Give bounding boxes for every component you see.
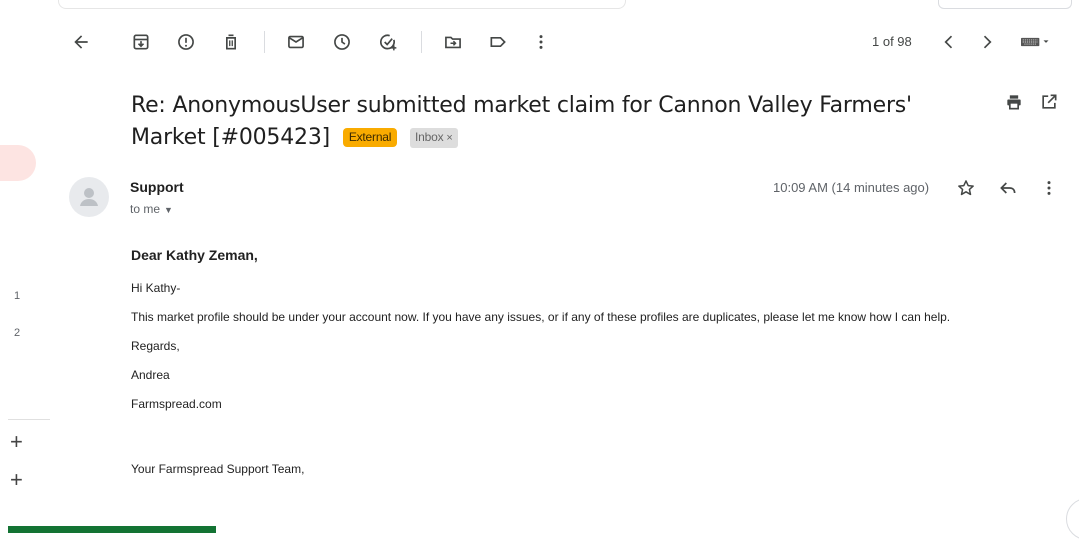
mark-unread-button[interactable]	[283, 29, 309, 55]
sender-name[interactable]: Support	[130, 179, 184, 195]
keyboard-icon	[1021, 37, 1049, 47]
person-icon	[80, 188, 98, 206]
open-in-new-icon	[1042, 94, 1057, 109]
archive-button[interactable]	[128, 29, 154, 55]
back-button[interactable]	[68, 29, 94, 55]
body-line: Your Farmspread Support Team,	[131, 462, 305, 476]
print-icon	[1007, 95, 1021, 110]
trash-icon	[226, 34, 236, 50]
star-button[interactable]	[954, 176, 978, 200]
reply-button[interactable]	[996, 176, 1020, 200]
arrow-left-icon	[74, 35, 88, 49]
recipients-toggle[interactable]: to me ▼	[130, 202, 173, 216]
inbox-label[interactable]: Inbox ×	[410, 128, 458, 148]
caret-down-icon: ▼	[164, 205, 173, 215]
add-icon[interactable]: +	[10, 431, 23, 453]
remove-label-icon[interactable]: ×	[446, 132, 452, 144]
snooze-button[interactable]	[329, 29, 355, 55]
search-bar-edge[interactable]	[58, 0, 626, 9]
more-vert-icon	[539, 35, 543, 49]
message-time: 10:09 AM (14 minutes ago)	[773, 180, 930, 195]
recipient-text: to me	[130, 202, 161, 216]
reply-icon	[1000, 182, 1016, 194]
message-more-button[interactable]	[1037, 176, 1061, 200]
rail-count-1: 1	[14, 290, 21, 302]
rail-divider	[8, 419, 50, 420]
star-icon	[958, 180, 974, 196]
progress-bar	[8, 526, 216, 533]
open-new-window-button[interactable]	[1036, 89, 1062, 115]
label-icon	[490, 37, 506, 47]
top-right-control-edge[interactable]	[938, 0, 1072, 9]
subject-text: Re: AnonymousUser submitted market claim…	[131, 93, 912, 150]
task-add-icon	[379, 34, 397, 51]
compose-accent[interactable]	[0, 145, 36, 181]
delete-button[interactable]	[218, 29, 244, 55]
add-icon[interactable]: +	[10, 469, 23, 491]
print-button[interactable]	[1001, 89, 1027, 115]
report-icon	[178, 34, 194, 50]
toolbar-divider	[421, 31, 422, 53]
body-line: Hi Kathy-	[131, 281, 181, 295]
chevron-left-icon	[944, 35, 953, 49]
body-line: Andrea	[131, 368, 170, 382]
clock-icon	[334, 34, 350, 50]
input-tools-button[interactable]	[1016, 29, 1056, 55]
message-body: Dear Kathy Zeman, Hi Kathy- This market …	[131, 247, 1051, 490]
pagination-count: 1 of 98	[872, 34, 912, 49]
add-to-tasks-button[interactable]	[375, 29, 401, 55]
newer-button[interactable]	[936, 29, 962, 55]
more-actions-button[interactable]	[528, 29, 554, 55]
body-line: Regards,	[131, 339, 180, 353]
archive-icon	[133, 34, 149, 50]
rail-count-2: 2	[14, 327, 21, 339]
older-button[interactable]	[974, 29, 1000, 55]
external-badge: External	[342, 128, 398, 147]
body-line: This market profile should be under your…	[131, 310, 951, 324]
body-line: Farmspread.com	[131, 397, 222, 411]
labels-button[interactable]	[485, 29, 511, 55]
mail-icon	[288, 35, 304, 49]
more-vert-icon	[1047, 181, 1051, 195]
toolbar-divider	[264, 31, 265, 53]
greeting: Dear Kathy Zeman,	[131, 247, 258, 263]
avatar[interactable]	[69, 177, 109, 217]
side-panel-button[interactable]	[1066, 498, 1079, 540]
inbox-label-text: Inbox	[415, 130, 444, 144]
report-spam-button[interactable]	[173, 29, 199, 55]
move-to-button[interactable]	[440, 29, 466, 55]
chevron-right-icon	[983, 35, 992, 49]
folder-move-icon	[445, 36, 461, 49]
email-subject: Re: AnonymousUser submitted market claim…	[131, 90, 961, 154]
